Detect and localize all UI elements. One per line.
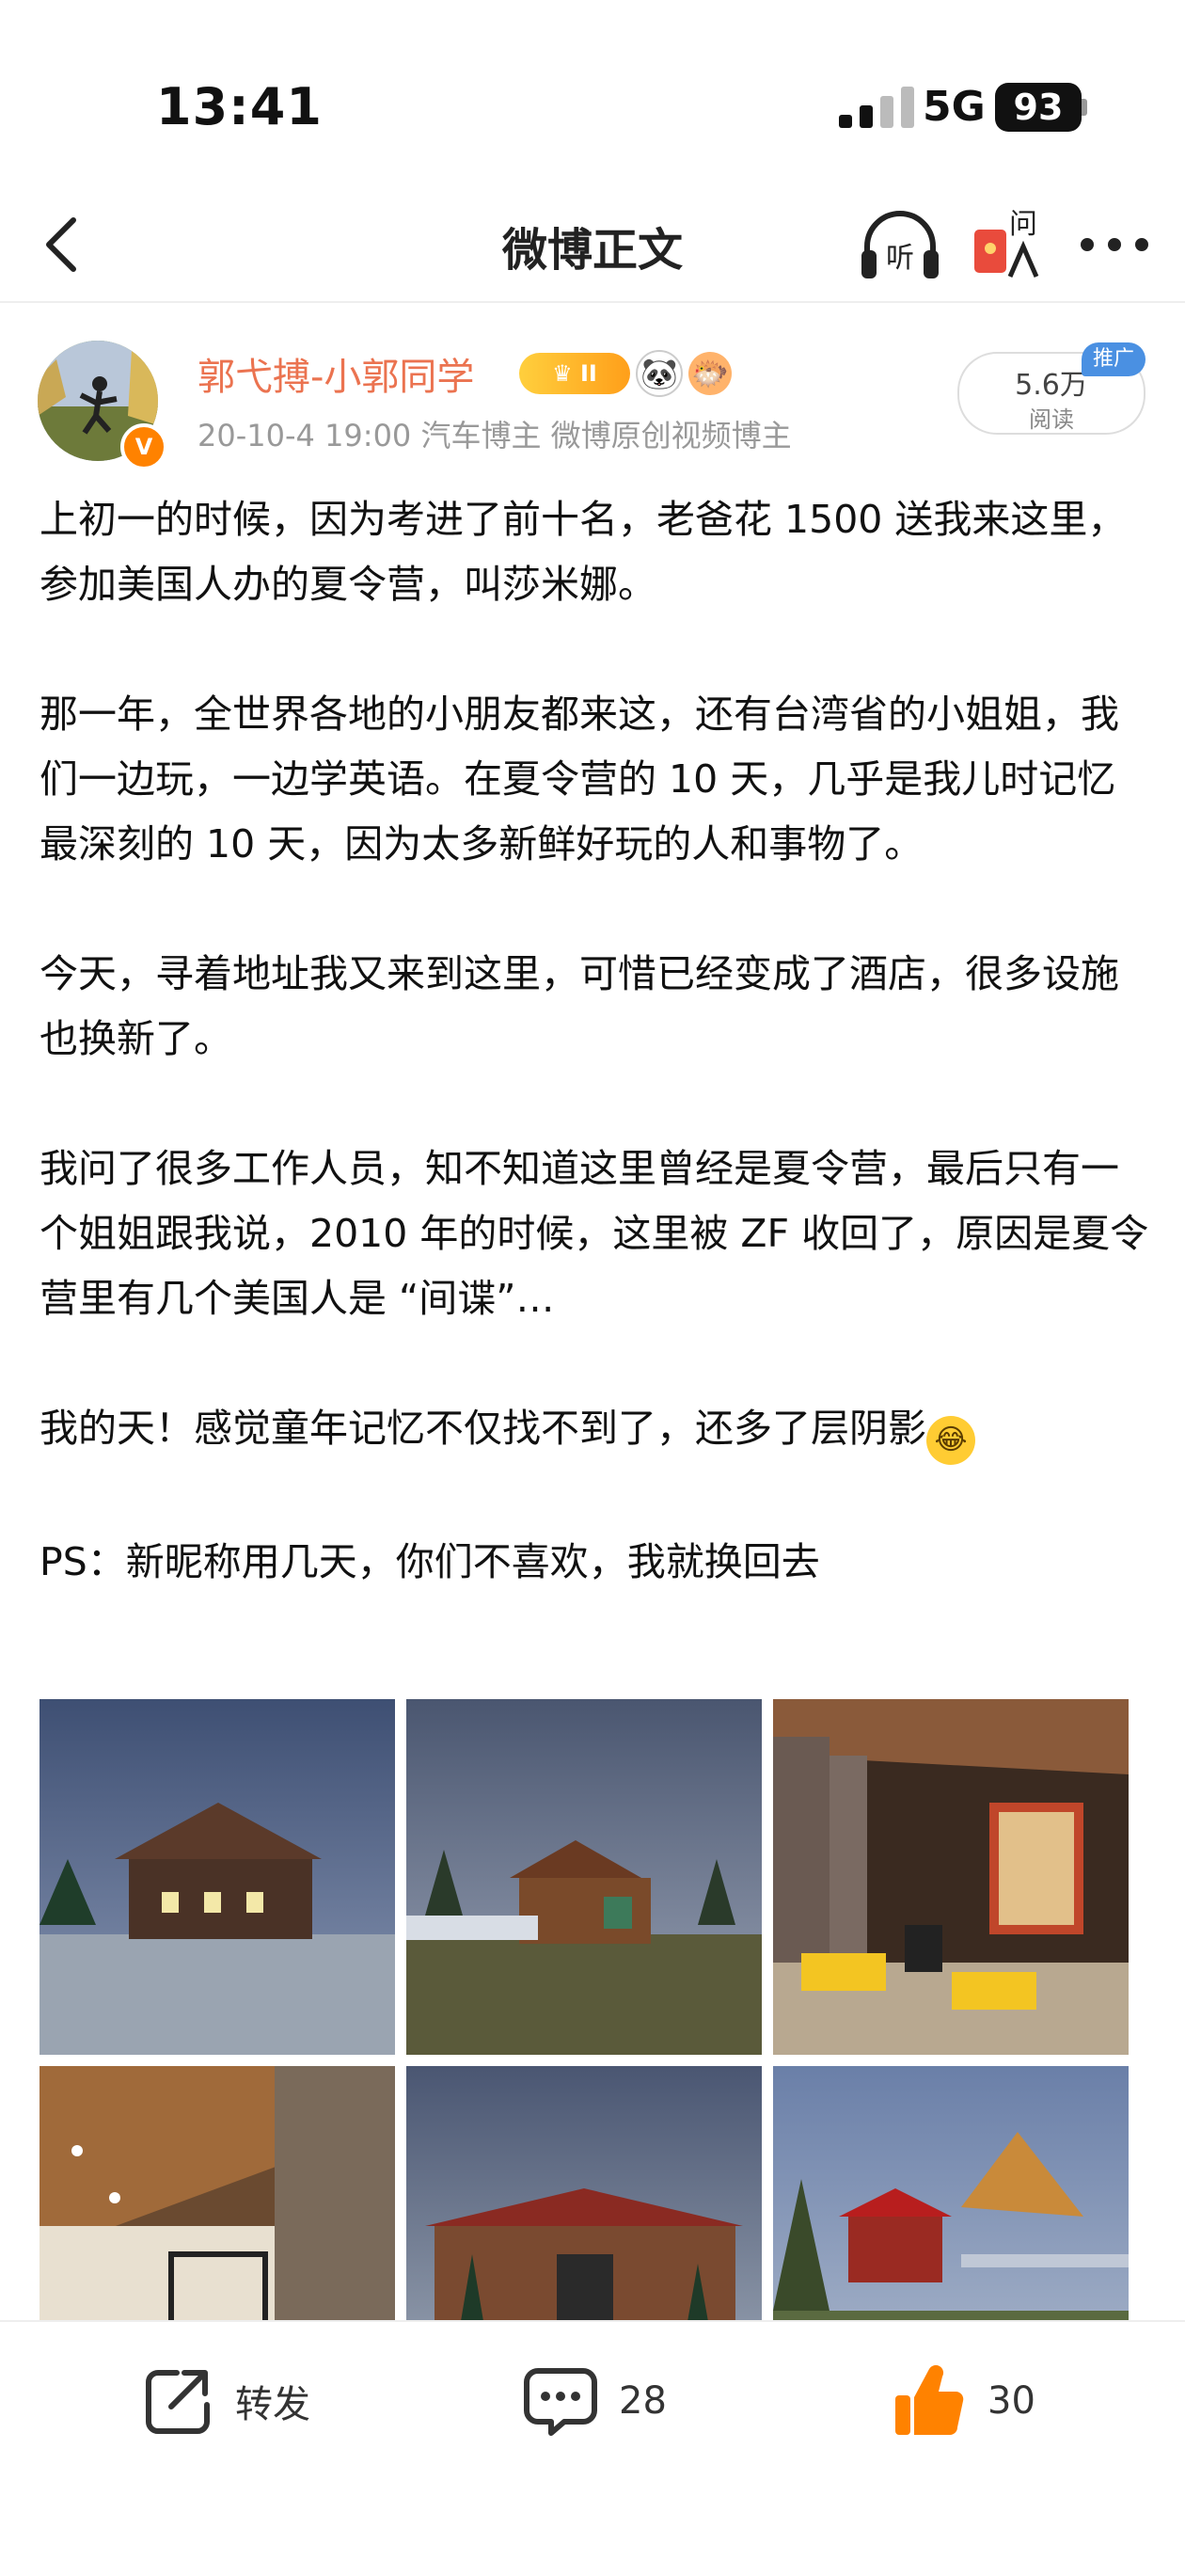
share-icon bbox=[146, 2370, 210, 2434]
like-count: 30 bbox=[988, 2379, 1035, 2423]
member-crown-badge[interactable]: ♛ II bbox=[519, 353, 630, 394]
repost-button[interactable]: 转发 bbox=[143, 2363, 310, 2439]
post-paragraph: 今天，寻着地址我又来到这里，可惜已经变成了酒店，很多设施也换新了。 bbox=[40, 951, 1119, 1061]
post-paragraph: PS：新昵称用几天，你们不喜欢，我就换回去 bbox=[40, 1539, 820, 1584]
signal-icon bbox=[839, 87, 914, 128]
ask-label: 问 bbox=[1009, 208, 1037, 241]
ask-redpacket-icon[interactable]: 问 bbox=[969, 201, 1044, 286]
ad-tag: 推广 bbox=[1082, 342, 1146, 376]
network-type: 5G bbox=[923, 83, 986, 131]
like-button[interactable]: 30 bbox=[892, 2363, 1035, 2439]
more-icon[interactable] bbox=[1072, 216, 1157, 273]
verified-badge: V bbox=[120, 423, 167, 470]
fish-badge-icon: 🐡 bbox=[688, 352, 732, 395]
read-count-label: 阅读 bbox=[1029, 406, 1074, 433]
post-paragraph: 我问了很多工作人员，知不知道这里曾经是夏令营，最后只有一个姐姐跟我说，2010 … bbox=[40, 1146, 1149, 1321]
battery-tip bbox=[1082, 99, 1087, 116]
photo-3[interactable] bbox=[773, 1699, 1129, 2055]
comment-count: 28 bbox=[619, 2379, 667, 2423]
post-paragraph-text: 我的天！感觉童年记忆不仅找不到了，还多了层阴影 bbox=[40, 1406, 926, 1451]
post-body: 上初一的时候，因为考进了前十名，老爸花 1500 送我来这里，参加美国人办的夏令… bbox=[40, 487, 1149, 1595]
post-meta: 20-10-4 19:00 汽车博主 微博原创视频博主 bbox=[198, 418, 792, 453]
author-badges: ♛ II 🐼 🐡 bbox=[519, 350, 732, 397]
repost-label: 转发 bbox=[235, 2383, 310, 2426]
crying-laugh-emoji-icon: 😂 bbox=[926, 1416, 975, 1465]
comment-button[interactable]: 28 bbox=[523, 2363, 667, 2439]
nav-bar: 微博正文 听 问 bbox=[0, 188, 1185, 303]
action-bar: 转发 28 30 bbox=[0, 2320, 1185, 2576]
post-paragraph: 那一年，全世界各地的小朋友都来这，还有台湾省的小姐姐，我们一边玩，一边学英语。在… bbox=[40, 692, 1119, 867]
photo-1[interactable] bbox=[40, 1699, 395, 2055]
post-paragraph: 上初一的时候，因为考进了前十名，老爸花 1500 送我来这里，参加美国人办的夏令… bbox=[40, 497, 1127, 607]
status-time: 13:41 bbox=[156, 77, 323, 136]
battery-level: 93 bbox=[995, 83, 1082, 132]
post-paragraph-with-emoji: 我的天！感觉童年记忆不仅找不到了，还多了层阴影 😂 bbox=[40, 1396, 1149, 1465]
panda-badge-icon: 🐼 bbox=[636, 350, 683, 397]
comment-icon bbox=[524, 2368, 597, 2436]
thumbs-up-icon bbox=[895, 2364, 964, 2435]
photo-2[interactable] bbox=[406, 1699, 762, 2055]
status-bar: 13:41 5G 93 bbox=[0, 0, 1185, 188]
headphones-icon[interactable]: 听 bbox=[858, 205, 942, 284]
listen-label: 听 bbox=[886, 242, 914, 275]
author-name[interactable]: 郭弋搏-小郭同学 bbox=[198, 346, 474, 401]
